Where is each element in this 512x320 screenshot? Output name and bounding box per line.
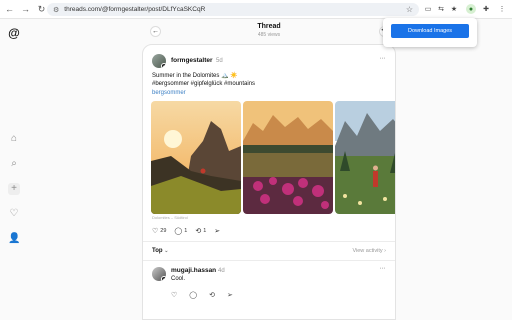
post-image-2[interactable]	[243, 101, 333, 214]
puzzle-icon[interactable]: ✚	[481, 4, 491, 14]
search-icon[interactable]: ⌕	[8, 158, 20, 170]
image-carousel[interactable]	[151, 101, 395, 214]
repost-button[interactable]: ⟲ 1	[195, 227, 206, 235]
send-icon: ➢	[214, 228, 221, 235]
heart-icon[interactable]: ♡	[8, 208, 20, 220]
view-count: 485 views	[257, 32, 281, 38]
threads-logo-icon[interactable]: @	[8, 27, 20, 39]
thread-header: ← Thread 485 views •••	[142, 21, 396, 41]
forward-icon[interactable]: →	[19, 3, 32, 16]
repost-count: 1	[203, 228, 207, 234]
reply-more-icon[interactable]: ···	[380, 265, 386, 272]
avatar[interactable]: +	[152, 54, 166, 68]
post-more-icon[interactable]: ···	[380, 55, 386, 62]
reply-repost-icon[interactable]: ⟲	[209, 291, 215, 299]
share-button[interactable]: ➢	[214, 227, 222, 235]
reply-username[interactable]: mugaji.hassan	[171, 267, 216, 274]
reply-time: 4d	[218, 267, 225, 274]
extension-active-icon[interactable]: ●	[466, 4, 476, 14]
post-image-1[interactable]	[151, 101, 241, 214]
left-navigation: @ ⌂ ⌕ + ♡ 👤	[0, 19, 30, 320]
repost-icon: ⟲	[195, 228, 202, 235]
view-activity-link[interactable]: View activity ›	[352, 248, 386, 254]
post-text-line2: #bergsommer #gipfelglück #mountains	[152, 81, 256, 87]
divider	[143, 241, 395, 242]
thread-card: + formgestalter 5d ··· Summer in the Dol…	[142, 44, 396, 320]
post-image-3[interactable]	[335, 101, 395, 214]
download-images-button[interactable]: Download Images	[391, 24, 469, 38]
divider	[143, 260, 395, 261]
create-icon[interactable]: +	[8, 183, 20, 195]
profile-icon[interactable]: 👤	[8, 233, 20, 245]
cast-icon[interactable]: ▭	[423, 4, 433, 14]
extension-popup: Download Images	[383, 18, 477, 47]
reply-actions: ♡ ◯ ⟲ ➢	[171, 291, 245, 299]
post-username[interactable]: formgestalter	[171, 57, 213, 64]
image-caption: Dolomites – Südtirol	[152, 215, 188, 220]
browser-toolbar: ← → ↻ ⚙ threads.com/@formgestalter/post/…	[0, 0, 512, 19]
bookmark-star-icon[interactable]: ☆	[406, 5, 413, 14]
sort-label: Top	[152, 248, 163, 254]
reply-text: Cool.	[171, 276, 186, 282]
reply-avatar[interactable]: +	[152, 267, 166, 281]
post-tag-link[interactable]: bergsommer	[152, 90, 186, 96]
star-icon[interactable]: ★	[449, 4, 459, 14]
back-icon[interactable]: ←	[3, 3, 16, 16]
url-text: threads.com/@formgestalter/post/DLfYcaSK…	[64, 6, 206, 13]
post-text-line1: Summer in the Dolomites 🏔️ ☀️	[152, 73, 238, 79]
reply-send-icon[interactable]: ➢	[227, 291, 233, 299]
heart-icon: ♡	[152, 228, 159, 235]
translate-icon[interactable]: ⇆	[436, 4, 446, 14]
sort-dropdown[interactable]: Top ⌄	[152, 248, 168, 254]
menu-icon[interactable]: ⋮	[497, 4, 507, 14]
comment-count: 1	[184, 228, 188, 234]
reply-like-icon[interactable]: ♡	[171, 291, 177, 299]
view-activity-label: View activity	[352, 248, 383, 254]
page-title: Thread	[257, 23, 281, 30]
post-actions: ♡ 29 ◯ 1 ⟲ 1 ➢	[152, 227, 230, 235]
chevron-down-icon: ⌄	[164, 248, 169, 254]
reply-comment-icon[interactable]: ◯	[189, 291, 197, 299]
like-count: 29	[160, 228, 167, 234]
post-time: 5d	[216, 57, 223, 64]
site-info-icon[interactable]: ⚙	[53, 6, 59, 14]
comment-button[interactable]: ◯ 1	[174, 227, 187, 235]
comment-icon: ◯	[174, 228, 183, 235]
like-button[interactable]: ♡ 29	[152, 227, 166, 235]
address-bar[interactable]: ⚙ threads.com/@formgestalter/post/DLfYca…	[47, 3, 419, 16]
home-icon[interactable]: ⌂	[8, 133, 20, 145]
